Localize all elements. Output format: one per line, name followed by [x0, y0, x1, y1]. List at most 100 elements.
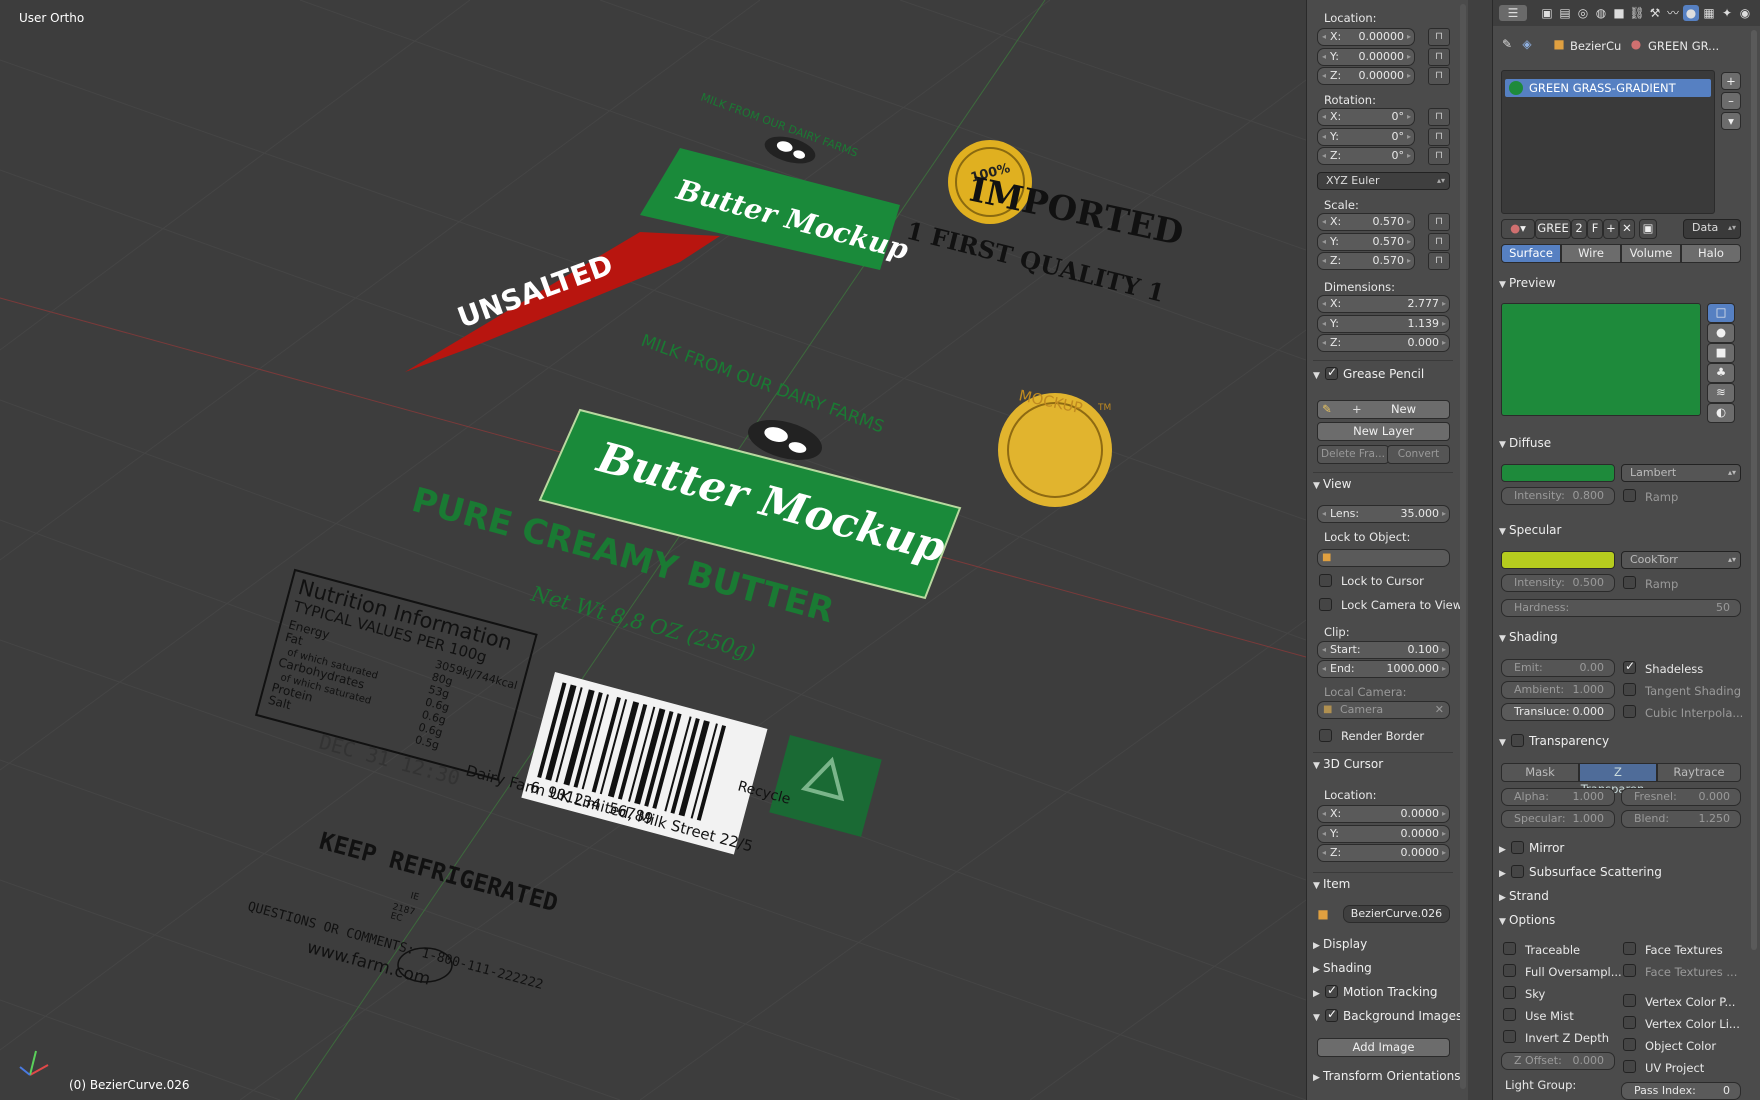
diffuse-header[interactable]: ▼ Diffuse [1499, 436, 1551, 450]
clip-end-field[interactable]: ◂ End: 1000.000 ▸ [1317, 660, 1450, 678]
location-x-lock-icon[interactable]: ⊓ [1428, 28, 1450, 46]
lock-to-cursor-checkbox[interactable] [1319, 574, 1332, 587]
save-icon[interactable]: ▣ [1639, 219, 1657, 239]
data-tab-icon[interactable]: 〰 [1665, 5, 1681, 21]
material-browse-button[interactable]: ●▾ [1501, 219, 1535, 239]
alpha-field[interactable]: Alpha: 1.000 [1501, 788, 1615, 806]
pass-index-field[interactable]: Pass Index: 0 [1621, 1082, 1741, 1100]
cursor-z-field[interactable]: ◂ Z: 0.0000 ▸ [1317, 844, 1450, 862]
preview-header[interactable]: ▼ Preview [1499, 276, 1556, 290]
props-scrollbar[interactable] [1751, 30, 1757, 950]
diffuse-ramp-checkbox[interactable] [1623, 489, 1636, 502]
modifiers-tab-icon[interactable]: ⚒ [1647, 5, 1663, 21]
diffuse-color-swatch[interactable] [1501, 464, 1615, 482]
option-r0-checkbox[interactable] [1623, 942, 1636, 955]
object-tab-icon[interactable]: ■ [1611, 5, 1627, 21]
lock-camera-checkbox[interactable] [1319, 598, 1332, 611]
ambient-field[interactable]: Ambient: 1.000 [1501, 681, 1615, 699]
lens-field[interactable]: ◂ Lens: 35.000 ▸ [1317, 505, 1450, 523]
tab-surface[interactable]: Surface [1501, 244, 1561, 263]
view-header[interactable]: ▼ View [1313, 477, 1351, 491]
fresnel-field[interactable]: Fresnel: 0.000 [1621, 788, 1741, 806]
item-name-field[interactable]: BezierCurve.026 [1343, 905, 1450, 923]
material-users-button[interactable]: 2 [1571, 219, 1587, 239]
preview-monkey-icon[interactable]: ♣ [1707, 363, 1735, 383]
option-r2-checkbox[interactable] [1623, 994, 1636, 1007]
trans-z-tab[interactable]: Z Transparen... [1579, 763, 1657, 796]
specular-intensity-field[interactable]: Intensity: 0.500 [1501, 574, 1615, 592]
render-tab-icon[interactable]: ▣ [1539, 5, 1555, 21]
constraints-tab-icon[interactable]: ⛓ [1629, 5, 1645, 21]
rotation-x-lock-icon[interactable]: ⊓ [1428, 108, 1450, 126]
tab-wire[interactable]: Wire [1561, 244, 1621, 263]
material-slot-selected[interactable]: GREEN GRASS-GRADIENT [1505, 79, 1711, 97]
mirror-checkbox[interactable] [1511, 841, 1524, 854]
background-images-header[interactable]: ▼Background Images [1313, 1007, 1462, 1023]
location-y-field[interactable]: ◂ Y: 0.00000 ▸ [1317, 47, 1415, 66]
pin-icon[interactable]: ✎ [1499, 36, 1515, 52]
specular-shader-select[interactable]: CookTorr ▴▾ [1621, 551, 1741, 569]
blend-field[interactable]: Blend: 1.250 [1621, 810, 1741, 828]
shading-header[interactable]: ▼ Shading [1499, 630, 1558, 644]
3d-cursor-header[interactable]: ▼ 3D Cursor [1313, 757, 1383, 771]
specular-color-swatch[interactable] [1501, 551, 1615, 569]
diffuse-intensity-field[interactable]: Intensity: 0.800 [1501, 487, 1615, 505]
preview-type-buttons[interactable]: □ ● ■ ♣ ≋ ◐ [1707, 303, 1741, 423]
particles-tab-icon[interactable]: ✦ [1719, 5, 1735, 21]
tangent-shading-checkbox[interactable] [1623, 683, 1636, 696]
rotation-mode-select[interactable]: XYZ Euler ▴▾ [1317, 172, 1450, 190]
material-name-field[interactable]: GREE [1535, 219, 1571, 239]
z-offset-field[interactable]: Z Offset: 0.000 [1501, 1052, 1615, 1070]
gp-delete-frame-button[interactable]: Delete Fra... [1317, 445, 1389, 464]
remove-slot-button[interactable]: – [1721, 92, 1741, 110]
option-r4-checkbox[interactable] [1623, 1038, 1636, 1051]
scale-y-field[interactable]: ◂ Y: 0.570 ▸ [1317, 232, 1415, 251]
shading-header[interactable]: ▶ Shading [1313, 961, 1372, 975]
physics-tab-icon[interactable]: ◉ [1737, 5, 1753, 21]
breadcrumb-material[interactable]: GREEN GR... [1648, 39, 1719, 53]
option-0-checkbox[interactable] [1503, 942, 1516, 955]
diffuse-shader-select[interactable]: Lambert ▴▾ [1621, 464, 1741, 482]
sss-checkbox[interactable] [1511, 865, 1524, 878]
material-slot-list[interactable]: GREEN GRASS-GRADIENT [1501, 70, 1715, 214]
option-r1-checkbox[interactable] [1623, 964, 1636, 977]
cursor-x-field[interactable]: ◂ X: 0.0000 ▸ [1317, 805, 1450, 823]
mirror-header[interactable]: ▶ Mirror [1499, 841, 1564, 855]
options-header[interactable]: ▼ Options [1499, 913, 1555, 927]
option-r5-checkbox[interactable] [1623, 1060, 1636, 1073]
specular-ramp-checkbox[interactable] [1623, 576, 1636, 589]
camera-field[interactable]: ■ Camera ✕ [1317, 701, 1450, 719]
rotation-y-lock-icon[interactable]: ⊓ [1428, 127, 1450, 146]
rotation-z-lock-icon[interactable]: ⊓ [1428, 147, 1450, 165]
add-slot-button[interactable]: + [1721, 72, 1741, 90]
gp-new-button[interactable]: ✎ + New [1317, 400, 1450, 419]
rotation-y-field[interactable]: ◂ Y: 0° ▸ [1317, 127, 1415, 146]
scale-z-field[interactable]: ◂ Z: 0.570 ▸ [1317, 252, 1415, 270]
tab-halo[interactable]: Halo [1681, 244, 1741, 263]
clip-start-field[interactable]: ◂ Start: 0.100 ▸ [1317, 641, 1450, 659]
display-header[interactable]: ▶ Display [1313, 937, 1367, 951]
world-tab-icon[interactable]: ◍ [1593, 5, 1609, 21]
preview-cube-icon[interactable]: ■ [1707, 343, 1735, 363]
item-header[interactable]: ▼ Item [1313, 877, 1350, 891]
3d-viewport[interactable]: UNSALTED MILK FROM OUR DAIRY FARMS Butte… [0, 0, 1306, 1100]
slot-menu-button[interactable]: ▾ [1721, 112, 1741, 130]
scale-z-lock-icon[interactable]: ⊓ [1428, 252, 1450, 270]
location-z-field[interactable]: ◂ Z: 0.00000 ▸ [1317, 67, 1415, 85]
transparency-checkbox[interactable] [1511, 734, 1524, 747]
sss-header[interactable]: ▶ Subsurface Scattering [1499, 865, 1662, 879]
option-1-checkbox[interactable] [1503, 964, 1516, 977]
option-r3-checkbox[interactable] [1623, 1016, 1636, 1029]
viewport-canvas[interactable]: UNSALTED MILK FROM OUR DAIRY FARMS Butte… [0, 0, 1306, 1100]
motion-tracking-checkbox[interactable] [1325, 983, 1338, 998]
option-3-checkbox[interactable] [1503, 1008, 1516, 1021]
preview-hair-icon[interactable]: ≋ [1707, 383, 1735, 403]
preview-sphere-icon[interactable]: ● [1707, 323, 1735, 343]
preview-sky-icon[interactable]: ◐ [1707, 403, 1735, 423]
dimensions-y-field[interactable]: ◂ Y: 1.139 ▸ [1317, 314, 1450, 333]
add-image-button[interactable]: Add Image [1317, 1038, 1450, 1057]
background-images-checkbox[interactable] [1325, 1007, 1338, 1022]
scale-x-field[interactable]: ◂ X: 0.570 ▸ [1317, 213, 1415, 231]
unlink-material-button[interactable]: ✕ [1619, 219, 1635, 239]
rotation-x-field[interactable]: ◂ X: 0° ▸ [1317, 108, 1415, 126]
